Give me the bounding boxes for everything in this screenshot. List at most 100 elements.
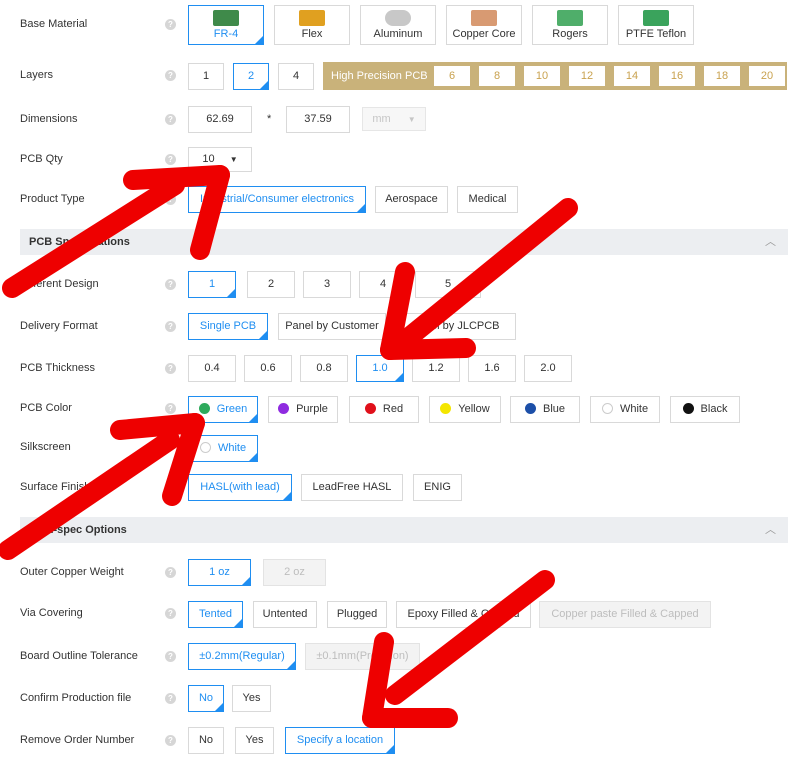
delivery-single-pcb[interactable]: Single PCB [188,313,268,340]
chevron-up-icon[interactable]: ︿ [765,517,776,543]
remove-order-yes[interactable]: Yes [235,727,274,754]
high-spec-options-section[interactable]: High-spec Options ︿ [20,517,788,543]
confirm-no[interactable]: No [188,685,224,712]
help-icon[interactable]: ? [165,608,176,619]
help-icon[interactable]: ? [165,567,176,578]
layers-option-10[interactable]: 10 [524,66,560,86]
material-ptfe-button[interactable]: PTFE Teflon [618,5,694,45]
product-type-industrial[interactable]: Industrial/Consumer electronics [188,186,366,213]
remove-order-label: Remove Order Number [20,734,135,746]
color-green[interactable]: Green [188,396,258,423]
flex-pcb-icon [299,10,325,26]
color-red[interactable]: Red [349,396,419,423]
via-copper-paste-filled[interactable]: Copper paste Filled & Capped [539,601,711,628]
material-aluminum-button[interactable]: Aluminum [360,5,436,45]
help-icon[interactable]: ? [165,279,176,290]
product-type-label: Product Type [20,193,85,205]
thickness-1-6[interactable]: 1.6 [468,355,516,382]
high-precision-title: High Precision PCB [331,70,428,82]
thickness-0-8[interactable]: 0.8 [300,355,348,382]
layers-option-12[interactable]: 12 [569,66,605,86]
silkscreen-white[interactable]: White [188,435,258,462]
finish-hasl-lead[interactable]: HASL(with lead) [188,474,292,501]
section-title: PCB Specifications [29,236,130,248]
copper-2oz[interactable]: 2 oz [263,559,326,586]
remove-order-specify-location[interactable]: Specify a location [285,727,395,754]
help-icon[interactable]: ? [165,363,176,374]
high-precision-pcb-group: High Precision PCB 6 8 10 12 14 16 18 20 [323,62,787,90]
copper-1oz[interactable]: 1 oz [188,559,251,586]
layers-option-8[interactable]: 8 [479,66,515,86]
layers-option-20[interactable]: 20 [749,66,785,86]
thickness-2-0[interactable]: 2.0 [524,355,572,382]
green-swatch-icon [198,403,210,414]
chevron-down-icon: ▼ [407,115,416,124]
yellow-swatch-icon [440,403,452,414]
delivery-panel-by-jlcpcb[interactable]: Panel by JLCPCB [395,313,516,340]
material-rogers-button[interactable]: Rogers [532,5,608,45]
help-icon[interactable]: ? [165,651,176,662]
design-option-2[interactable]: 2 [247,271,295,298]
layers-option-6[interactable]: 6 [434,66,470,86]
thickness-1-0[interactable]: 1.0 [356,355,404,382]
via-plugged[interactable]: Plugged [327,601,387,628]
help-icon[interactable]: ? [165,194,176,205]
color-yellow[interactable]: Yellow [429,396,501,423]
pcb-color-label: PCB Color [20,402,72,414]
red-swatch-icon [364,403,376,414]
dimension-height-input[interactable]: 37.59 [286,106,350,133]
layers-option-18[interactable]: 18 [704,66,740,86]
pcb-thickness-label: PCB Thickness [20,362,95,374]
color-purple[interactable]: Purple [268,396,338,423]
via-untented[interactable]: Untented [253,601,317,628]
tolerance-regular[interactable]: ±0.2mm(Regular) [188,643,296,670]
color-white[interactable]: White [590,396,660,423]
via-epoxy-filled[interactable]: Epoxy Filled & Capped [396,601,531,628]
layers-option-2[interactable]: 2 [233,63,269,90]
help-icon[interactable]: ? [165,114,176,125]
product-type-medical[interactable]: Medical [457,186,518,213]
thickness-0-6[interactable]: 0.6 [244,355,292,382]
color-blue[interactable]: Blue [510,396,580,423]
confirm-yes[interactable]: Yes [232,685,271,712]
chevron-up-icon[interactable]: ︿ [765,229,776,255]
help-icon[interactable]: ? [165,735,176,746]
finish-leadfree-hasl[interactable]: LeadFree HASL [301,474,403,501]
help-icon[interactable]: ? [165,70,176,81]
thickness-1-2[interactable]: 1.2 [412,355,460,382]
pcb-specifications-section[interactable]: PCB Specifications ︿ [20,229,788,255]
help-icon[interactable]: ? [165,19,176,30]
section-title: High-spec Options [29,524,127,536]
blue-swatch-icon [524,403,536,414]
pcb-qty-label: PCB Qty [20,153,63,165]
design-option-5[interactable]: 5 [415,271,481,298]
help-icon[interactable]: ? [165,693,176,704]
layers-option-4[interactable]: 4 [278,63,314,90]
help-icon[interactable]: ? [165,403,176,414]
delivery-panel-by-customer[interactable]: Panel by Customer [278,313,386,340]
unit-select[interactable]: mm ▼ [362,107,426,131]
material-flex-button[interactable]: Flex [274,5,350,45]
remove-order-no[interactable]: No [188,727,224,754]
layers-option-14[interactable]: 14 [614,66,650,86]
finish-enig[interactable]: ENIG [413,474,462,501]
layers-option-16[interactable]: 16 [659,66,695,86]
fr4-board-icon [213,10,239,26]
product-type-aerospace[interactable]: Aerospace [375,186,448,213]
layers-option-1[interactable]: 1 [188,63,224,90]
design-option-1[interactable]: 1 [188,271,236,298]
via-tented[interactable]: Tented [188,601,243,628]
white-swatch-icon [601,403,613,414]
thickness-0-4[interactable]: 0.4 [188,355,236,382]
color-black[interactable]: Black [670,396,740,423]
help-icon[interactable]: ? [165,154,176,165]
outer-copper-label: Outer Copper Weight [20,566,124,578]
material-copper-core-button[interactable]: Copper Core [446,5,522,45]
pcb-qty-select[interactable]: 10 ▼ [188,147,252,172]
design-option-4[interactable]: 4 [359,271,407,298]
dimension-width-input[interactable]: 62.69 [188,106,252,133]
material-fr4-button[interactable]: FR-4 [188,5,264,45]
help-icon[interactable]: ? [165,321,176,332]
tolerance-precision[interactable]: ±0.1mm(Precision) [305,643,420,670]
design-option-3[interactable]: 3 [303,271,351,298]
